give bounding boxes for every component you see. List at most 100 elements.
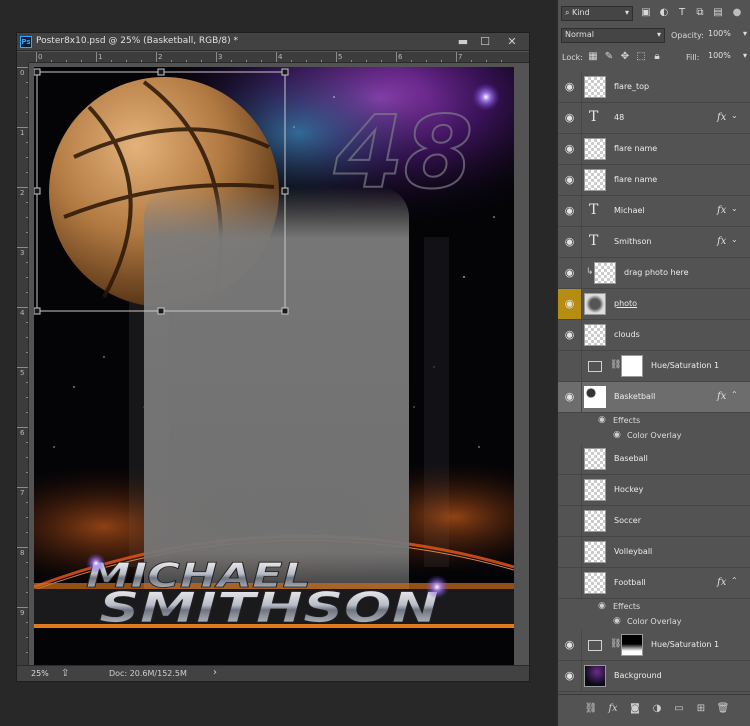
- color-overlay-visibility-icon[interactable]: ◉: [613, 430, 621, 440]
- layer-row[interactable]: ◉ ↳ drag photo here: [558, 258, 750, 289]
- layer-name[interactable]: Background: [614, 671, 662, 680]
- fx-icon[interactable]: fx: [606, 703, 620, 714]
- visibility-eye-icon[interactable]: [558, 475, 582, 505]
- expand-effects-icon[interactable]: ⌄: [731, 235, 738, 244]
- layer-name[interactable]: Smithson: [614, 237, 651, 246]
- color-overlay-row[interactable]: ◉ Color Overlay: [558, 614, 750, 629]
- layer-row[interactable]: ◉ T Smithson fx ⌄: [558, 227, 750, 258]
- layer-fx-icon[interactable]: fx: [717, 236, 726, 247]
- share-icon[interactable]: ⇪: [61, 668, 69, 679]
- layer-effects-row[interactable]: ◉ Effects: [558, 413, 750, 428]
- visibility-eye-icon[interactable]: [558, 537, 582, 567]
- zoom-level[interactable]: 25%: [31, 669, 49, 678]
- layer-name[interactable]: Volleyball: [614, 547, 652, 556]
- layer-row[interactable]: ◉ flare name: [558, 134, 750, 165]
- layer-row[interactable]: Hockey: [558, 475, 750, 506]
- visibility-eye-icon[interactable]: ◉: [558, 134, 582, 164]
- vertical-ruler[interactable]: 0 1 2 3 4 5 6 7 8 9: [17, 63, 29, 667]
- blend-mode-select[interactable]: Normal ▾: [561, 28, 665, 43]
- layer-row[interactable]: ◉ flare name: [558, 165, 750, 196]
- new-layer-icon[interactable]: ⊞: [694, 703, 708, 714]
- visibility-eye-icon[interactable]: [558, 351, 582, 381]
- layer-name[interactable]: Michael: [614, 206, 645, 215]
- layer-name[interactable]: flare name: [614, 144, 657, 153]
- filter-adjustment-icon[interactable]: ◐: [657, 7, 671, 19]
- lock-position-icon[interactable]: ✥: [618, 51, 632, 63]
- layer-name[interactable]: Football: [614, 578, 646, 587]
- layer-row[interactable]: ◉ flare_top: [558, 72, 750, 103]
- lock-transparent-icon[interactable]: ▦: [586, 51, 600, 63]
- layer-name[interactable]: Hue/Saturation 1: [651, 640, 719, 649]
- visibility-eye-icon[interactable]: [558, 444, 582, 474]
- layer-name[interactable]: flare name: [614, 175, 657, 184]
- canvas[interactable]: 48 MICHAEL SMITHSON: [34, 67, 514, 667]
- visibility-eye-icon[interactable]: ◉: [558, 196, 582, 226]
- filter-smart-object-icon[interactable]: ▤: [711, 7, 725, 19]
- visibility-eye-icon[interactable]: ◉: [558, 289, 582, 319]
- link-icon[interactable]: ⛓: [584, 703, 598, 714]
- color-overlay-visibility-icon[interactable]: ◉: [613, 616, 621, 626]
- color-overlay-row[interactable]: ◉ Color Overlay: [558, 428, 750, 443]
- layer-name[interactable]: 48: [614, 113, 624, 122]
- visibility-eye-icon[interactable]: ◉: [558, 227, 582, 257]
- layer-fx-icon[interactable]: fx: [717, 577, 726, 588]
- layer-row[interactable]: ◉ ⛓ Hue/Saturation 1: [558, 630, 750, 661]
- layer-row[interactable]: Volleyball: [558, 537, 750, 568]
- ruler-corner[interactable]: [17, 52, 29, 63]
- layer-row[interactable]: ◉ T 48 fx ⌄: [558, 103, 750, 134]
- maximize-button[interactable]: ☐: [475, 34, 495, 50]
- visibility-eye-icon[interactable]: ◉: [558, 320, 582, 350]
- visibility-eye-icon[interactable]: ◉: [558, 103, 582, 133]
- visibility-eye-icon[interactable]: ◉: [558, 165, 582, 195]
- layer-row[interactable]: Football fx ⌃: [558, 568, 750, 599]
- effects-visibility-icon[interactable]: ◉: [598, 415, 606, 425]
- close-button[interactable]: ✕: [502, 34, 522, 50]
- mask-link-icon[interactable]: ⛓: [610, 639, 621, 649]
- layer-fx-icon[interactable]: fx: [717, 112, 726, 123]
- layer-row[interactable]: ⛓ Hue/Saturation 1: [558, 351, 750, 382]
- layer-name[interactable]: flare_top: [614, 82, 649, 91]
- visibility-eye-icon[interactable]: ◉: [558, 382, 582, 412]
- layer-effects-row[interactable]: ◉ Effects: [558, 599, 750, 614]
- layer-name[interactable]: Baseball: [614, 454, 648, 463]
- horizontal-ruler[interactable]: 0 1 2 3 4 5 6 7: [29, 52, 529, 63]
- layer-name[interactable]: photo: [614, 299, 637, 308]
- visibility-eye-icon[interactable]: ◉: [558, 630, 582, 660]
- lock-artboard-icon[interactable]: ⬚: [634, 51, 648, 63]
- visibility-eye-icon[interactable]: ◉: [558, 661, 582, 691]
- filter-kind-select[interactable]: ⌕ Kind ▾: [561, 6, 633, 21]
- mask-link-icon[interactable]: ⛓: [610, 360, 621, 370]
- expand-effects-icon[interactable]: ⌃: [731, 390, 738, 399]
- folder-icon[interactable]: ▭: [672, 703, 686, 714]
- layer-name[interactable]: Hockey: [614, 485, 643, 494]
- lock-all-icon[interactable]: 🔒︎: [650, 51, 664, 63]
- expand-effects-icon[interactable]: ⌄: [731, 204, 738, 213]
- layer-row[interactable]: Baseball: [558, 444, 750, 475]
- layer-row[interactable]: Soccer: [558, 506, 750, 537]
- layer-name[interactable]: Soccer: [614, 516, 641, 525]
- expand-effects-icon[interactable]: ⌄: [731, 111, 738, 120]
- opacity-input[interactable]: 100% ▾: [705, 28, 749, 43]
- filter-shape-icon[interactable]: ⧉: [693, 7, 707, 19]
- status-menu-arrow[interactable]: ›: [213, 667, 217, 678]
- filter-pixel-icon[interactable]: ▣: [639, 7, 653, 19]
- minimize-button[interactable]: ▬: [453, 34, 473, 50]
- document-title-bar[interactable]: Ps Poster8x10.psd @ 25% (Basketball, RGB…: [17, 33, 529, 51]
- adjustment-icon[interactable]: ◑: [650, 703, 664, 714]
- filter-type-icon[interactable]: T: [675, 7, 689, 19]
- filter-toggle-icon[interactable]: ●: [730, 7, 744, 19]
- lock-pixels-icon[interactable]: ✎: [602, 51, 616, 63]
- layer-row[interactable]: ◉ Background: [558, 661, 750, 692]
- layer-row[interactable]: ◉ Basketball fx ⌃: [558, 382, 750, 413]
- layer-fx-icon[interactable]: fx: [717, 205, 726, 216]
- layer-name[interactable]: Basketball: [614, 392, 655, 401]
- mask-icon[interactable]: ◙: [628, 703, 642, 714]
- visibility-eye-icon[interactable]: ◉: [558, 72, 582, 102]
- trash-icon[interactable]: 🗑︎: [716, 703, 730, 714]
- layer-row[interactable]: ◉ T Michael fx ⌄: [558, 196, 750, 227]
- visibility-eye-icon[interactable]: [558, 568, 582, 598]
- fill-input[interactable]: 100% ▾: [705, 50, 749, 65]
- layer-name[interactable]: drag photo here: [624, 268, 689, 277]
- layer-fx-icon[interactable]: fx: [717, 391, 726, 402]
- layer-name[interactable]: Hue/Saturation 1: [651, 361, 719, 370]
